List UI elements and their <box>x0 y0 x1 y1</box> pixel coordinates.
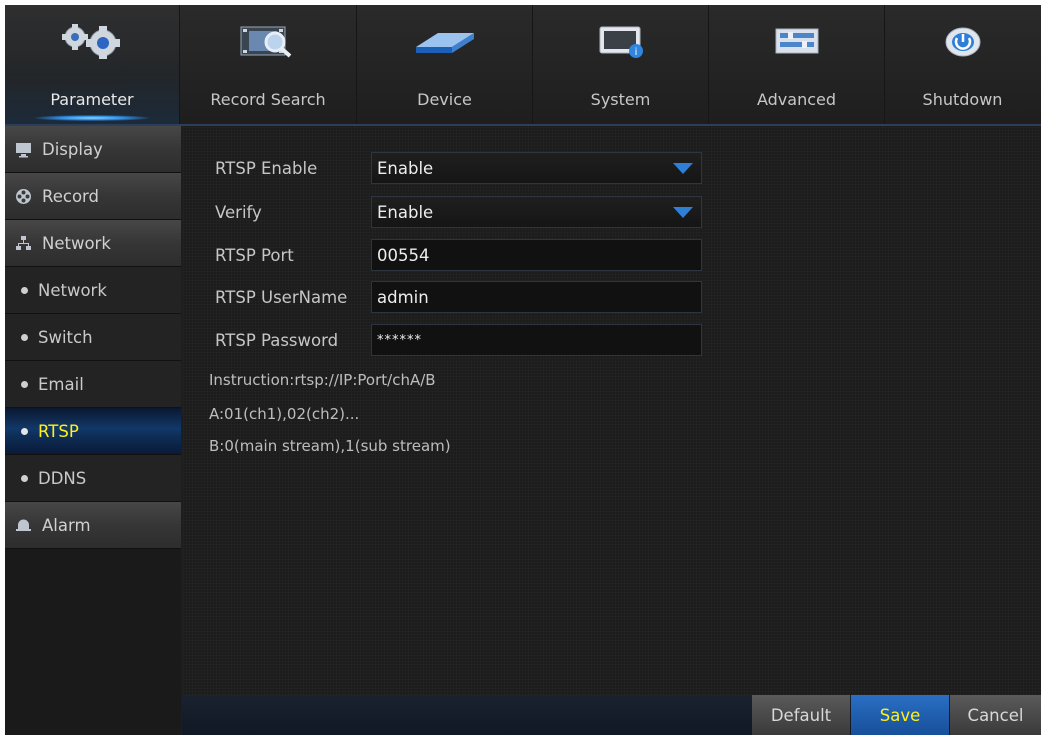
rtsp-username-value: admin <box>377 287 429 307</box>
row-rtsp-port: RTSP Port 00554 <box>215 239 702 271</box>
bullet-icon <box>21 286 28 294</box>
rtsp-username-label: RTSP UserName <box>215 287 348 307</box>
instruction-text: Instruction:rtsp://IP:Port/chA/B <box>209 371 436 389</box>
rtsp-settings-panel: RTSP Enable Enable Verify Enable RTSP Po… <box>182 126 1041 735</box>
app-window: Parameter Record Search Device i System … <box>5 5 1041 735</box>
rtsp-port-value: 00554 <box>377 245 430 265</box>
sidebar: Display Record Network Network Switch Em… <box>5 126 181 735</box>
rtsp-username-input[interactable]: admin <box>371 281 702 313</box>
sidebar-item-record[interactable]: Record <box>5 173 181 220</box>
bullet-icon <box>21 474 28 482</box>
rtsp-enable-select[interactable]: Enable <box>371 152 702 184</box>
rtsp-password-value: ****** <box>377 332 422 348</box>
row-rtsp-password: RTSP Password ****** <box>215 324 702 356</box>
sidebar-subitem-ddns[interactable]: DDNS <box>5 455 181 502</box>
sidebar-subitem-switch[interactable]: Switch <box>5 314 181 361</box>
save-button[interactable]: Save <box>851 695 949 735</box>
sidebar-item-label: Network <box>42 233 111 253</box>
film-search-icon <box>233 23 303 59</box>
sidebar-item-alarm[interactable]: Alarm <box>5 502 181 549</box>
bullet-icon <box>21 380 28 388</box>
nav-label: System <box>590 90 651 109</box>
stream-info-text: B:0(main stream),1(sub stream) <box>209 437 451 455</box>
cancel-button[interactable]: Cancel <box>950 695 1041 735</box>
chevron-down-icon[interactable] <box>668 157 698 179</box>
row-rtsp-username: RTSP UserName admin <box>215 281 702 313</box>
sidebar-item-label: DDNS <box>38 468 87 488</box>
nav-shutdown[interactable]: Shutdown <box>885 5 1040 124</box>
monitor-info-icon: i <box>586 23 656 59</box>
power-icon <box>928 23 998 59</box>
rtsp-port-input[interactable]: 00554 <box>371 239 702 271</box>
nav-system[interactable]: i System <box>533 5 709 124</box>
sidebar-item-label: Alarm <box>42 515 91 535</box>
chevron-down-icon[interactable] <box>668 201 698 223</box>
nav-label: Record Search <box>210 90 326 109</box>
advanced-panel-icon <box>762 23 832 59</box>
row-rtsp-enable: RTSP Enable Enable <box>215 152 702 184</box>
sidebar-item-label: Switch <box>38 327 93 347</box>
channel-info-text: A:01(ch1),02(ch2)... <box>209 405 360 423</box>
verify-value: Enable <box>377 202 434 222</box>
nav-label: Shutdown <box>922 90 1003 109</box>
svg-text:i: i <box>634 47 637 58</box>
nav-advanced[interactable]: Advanced <box>709 5 885 124</box>
top-navigation: Parameter Record Search Device i System … <box>5 5 1041 124</box>
monitor-icon <box>15 141 32 158</box>
hard-disk-icon <box>410 23 480 59</box>
sidebar-item-label: RTSP <box>38 421 79 441</box>
rtsp-port-label: RTSP Port <box>215 245 294 265</box>
nav-label: Advanced <box>756 90 837 109</box>
nav-parameter[interactable]: Parameter <box>5 5 180 124</box>
bullet-icon <box>21 333 28 341</box>
rtsp-enable-label: RTSP Enable <box>215 158 318 178</box>
film-reel-icon <box>15 188 32 205</box>
sidebar-item-display[interactable]: Display <box>5 126 181 173</box>
verify-label: Verify <box>215 202 262 222</box>
rtsp-password-label: RTSP Password <box>215 330 339 350</box>
alarm-bell-icon <box>15 517 32 534</box>
sidebar-item-label: Network <box>38 280 107 300</box>
sidebar-item-label: Display <box>42 139 103 159</box>
gears-icon <box>53 23 131 59</box>
sidebar-item-label: Email <box>38 374 84 394</box>
nav-record-search[interactable]: Record Search <box>180 5 357 124</box>
verify-select[interactable]: Enable <box>371 196 702 228</box>
sidebar-subitem-rtsp[interactable]: RTSP <box>5 408 181 455</box>
nav-label: Parameter <box>50 90 134 109</box>
network-icon <box>15 235 32 252</box>
action-bar: Default Save Cancel <box>182 695 1041 735</box>
rtsp-password-input[interactable]: ****** <box>371 324 702 356</box>
sidebar-subitem-email[interactable]: Email <box>5 361 181 408</box>
nav-device[interactable]: Device <box>357 5 533 124</box>
sidebar-item-network[interactable]: Network <box>5 220 181 267</box>
row-verify: Verify Enable <box>215 196 702 228</box>
sidebar-subitem-network[interactable]: Network <box>5 267 181 314</box>
default-button[interactable]: Default <box>752 695 850 735</box>
bullet-icon <box>21 427 28 435</box>
sidebar-item-label: Record <box>42 186 100 206</box>
rtsp-enable-value: Enable <box>377 158 434 178</box>
nav-label: Device <box>417 90 472 109</box>
